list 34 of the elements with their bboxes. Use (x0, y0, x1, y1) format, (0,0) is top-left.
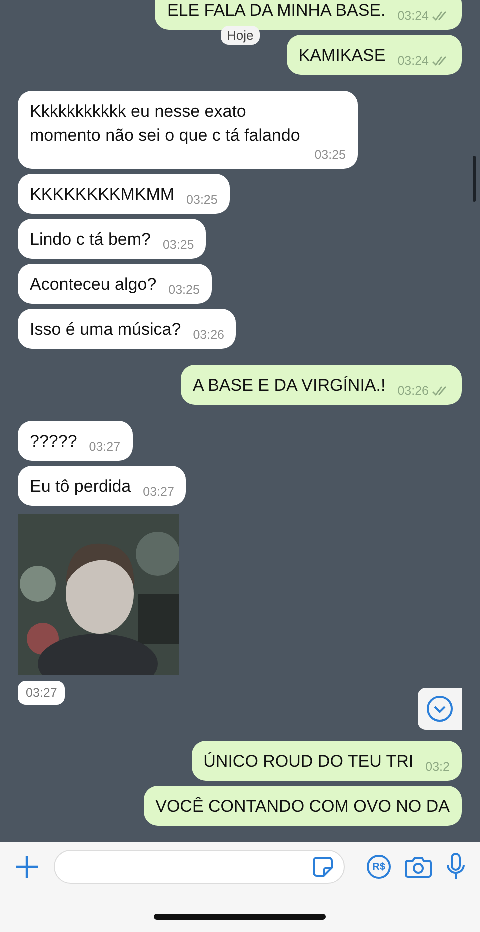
scroll-down-button[interactable] (418, 688, 462, 730)
message-time: 03:25 (186, 193, 218, 207)
chevron-down-icon (426, 695, 454, 723)
message-input-field[interactable] (54, 850, 345, 884)
message-text: Aconteceu algo? (30, 274, 157, 296)
message-time: 03:26 (398, 384, 429, 398)
message-time: 03:25 (168, 283, 200, 297)
message-time: 03:24 (398, 9, 429, 23)
date-chip: Hoje (221, 26, 260, 45)
message-text: Eu tô perdida (30, 476, 132, 498)
message-time: 03:26 (193, 328, 224, 342)
message-text: Kkkkkkkkkkk eu nesse exato momento não sei o que c tá falando (30, 101, 302, 147)
message-text: ELE FALA DA MINHA BASE. (167, 0, 386, 22)
sticker-icon[interactable] (312, 856, 334, 878)
message-time: 03:27 (89, 440, 121, 454)
scroll-bar (473, 156, 476, 202)
message-time: 03:2 (426, 760, 450, 774)
microphone-icon[interactable] (446, 853, 466, 881)
message-text: Isso é uma música? (30, 319, 182, 341)
message-text: A BASE E DA VIRGÍNIA.! (192, 375, 386, 397)
payment-button[interactable]: R$ (367, 855, 391, 879)
message-text: VOCÊ CONTANDO COM OVO NO DA (156, 796, 450, 818)
message-text: ÚNICO ROUD DO TEU TRI (204, 751, 414, 773)
message-time: 03:27 (18, 681, 66, 705)
message-text: Lindo c tá bem? (30, 229, 151, 251)
add-icon[interactable] (14, 854, 40, 880)
message-text: ????? (30, 431, 78, 453)
message-time: 03:25 (314, 148, 346, 162)
message-time: 03:25 (162, 238, 194, 252)
camera-icon[interactable] (405, 856, 432, 878)
message-text: KAMIKASE (298, 45, 386, 67)
message-time: 03:24 (398, 54, 429, 68)
message-time: 03:27 (143, 485, 174, 499)
message-text: KKKKKKKKMKMM (30, 184, 175, 206)
